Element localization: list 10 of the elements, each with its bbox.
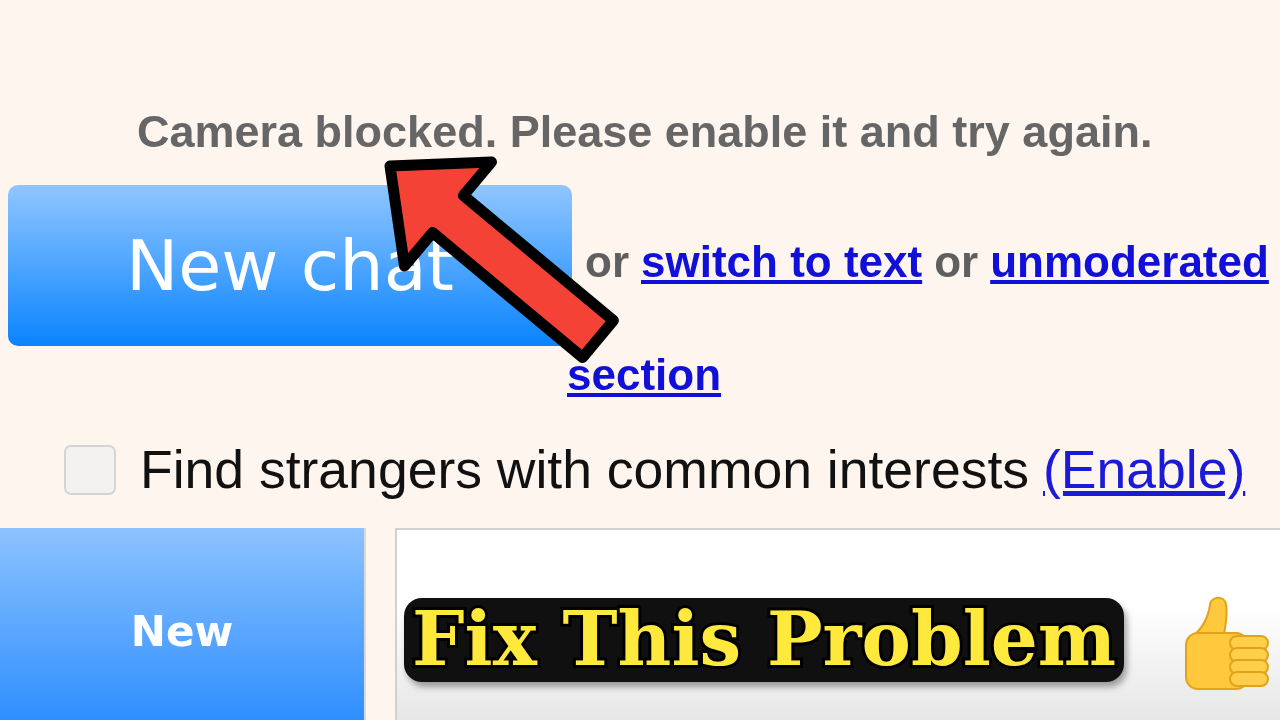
overlay-caption: Fix This Problem [404, 598, 1125, 682]
or-text: or [585, 236, 629, 288]
checkbox-label: Find strangers with common interests [140, 440, 1030, 500]
text-link[interactable]: switch to text [641, 236, 923, 288]
status-message: Camera blocked. Please enable it and try again. [137, 106, 1154, 158]
or-text: or [934, 236, 979, 288]
text-link[interactable]: unmoderated [990, 236, 1269, 288]
interests-checkbox[interactable] [64, 445, 116, 495]
enable-link[interactable]: (Enable) [1043, 440, 1246, 500]
text-link[interactable]: section [567, 349, 722, 401]
